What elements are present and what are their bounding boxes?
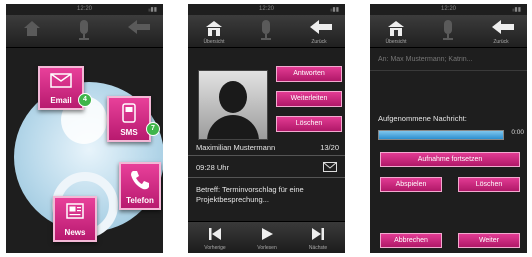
overview-button[interactable]: Übersicht xyxy=(192,15,236,47)
back-arrow-icon xyxy=(492,20,514,34)
back-button[interactable] xyxy=(115,15,159,47)
news-tile[interactable]: News xyxy=(53,196,97,242)
signal-icon: ᵢᵢ▮▮ xyxy=(148,7,158,13)
recording-time: 0:00 xyxy=(511,129,524,136)
skip-forward-icon xyxy=(312,228,324,240)
divider xyxy=(370,70,527,71)
sms-tile[interactable]: SMS xyxy=(107,96,151,142)
sender-name: Maximilian Mustermann xyxy=(196,143,276,152)
message-counter: 13/20 xyxy=(320,143,339,152)
previous-label: Vorherige xyxy=(204,245,226,251)
contact-avatar xyxy=(198,70,268,140)
top-bar: Übersicht Zurück xyxy=(370,15,527,48)
continue-recording-button[interactable]: Aufnahme fortsetzen xyxy=(380,152,520,167)
play-button[interactable]: Vorlesen xyxy=(242,222,292,253)
playback-bar: Vorherige Vorlesen Nächste xyxy=(188,221,345,253)
overview-button[interactable]: Übersicht xyxy=(374,15,418,47)
previous-button[interactable]: Vorherige xyxy=(190,222,240,253)
play-label: Vorlesen xyxy=(257,245,277,251)
microphone-button[interactable] xyxy=(244,15,288,47)
email-count-badge: 4 xyxy=(78,93,92,107)
envelope-icon xyxy=(323,162,337,172)
recording-progress-fill xyxy=(379,131,503,139)
recipient-line: An: Max Mustermann; Katrin... xyxy=(378,56,473,63)
recorded-message-label: Aufgenommene Nachricht: xyxy=(378,114,467,123)
back-button[interactable]: Zurück xyxy=(479,15,523,47)
delete-recording-button[interactable]: Löschen xyxy=(458,177,520,192)
status-bar: 12:20 ᵢᵢ▮▮ xyxy=(6,4,163,15)
back-arrow-icon xyxy=(128,20,150,34)
sms-tile-label: SMS xyxy=(120,128,138,137)
phone-recording-view: 12:20 ᵢᵢ▮▮ Übersicht Zurück An: Max Must… xyxy=(370,4,527,253)
next-label: Nächste xyxy=(308,245,328,251)
delete-button[interactable]: Löschen xyxy=(276,116,342,132)
recording-progress-bar xyxy=(378,130,504,140)
microphone-icon xyxy=(79,20,89,40)
microphone-icon xyxy=(443,20,453,40)
status-time: 12:20 xyxy=(258,6,274,12)
telephone-icon xyxy=(131,171,149,190)
phone-handset-icon xyxy=(122,103,136,123)
divider xyxy=(188,177,345,178)
home-icon xyxy=(24,21,40,36)
cancel-button[interactable]: Abbrechen xyxy=(380,233,442,248)
back-button[interactable]: Zurück xyxy=(297,15,341,47)
back-arrow-icon xyxy=(310,20,332,34)
reply-button[interactable]: Antworten xyxy=(276,66,342,82)
envelope-icon xyxy=(50,73,72,88)
phone-tile-label: Telefon xyxy=(126,196,154,205)
back-label: Zurück xyxy=(311,39,327,45)
status-bar: 12:20 ᵢᵢ▮▮ xyxy=(370,4,527,15)
status-time: 12:20 xyxy=(76,6,92,12)
signal-icon: ᵢᵢ▮▮ xyxy=(512,7,522,13)
message-subject: Betreff: Terminvorschlag für eine Projek… xyxy=(196,185,304,204)
play-icon xyxy=(262,228,273,240)
microphone-icon xyxy=(261,20,271,40)
top-bar xyxy=(6,15,163,48)
divider xyxy=(188,155,345,156)
microphone-button[interactable] xyxy=(426,15,470,47)
newspaper-icon xyxy=(66,203,84,219)
forward-button[interactable]: Weiterleiten xyxy=(276,91,342,107)
phone-message-view: 12:20 ᵢᵢ▮▮ Übersicht Zurück Antworten We… xyxy=(188,4,345,253)
skip-back-icon xyxy=(209,228,221,240)
news-tile-label: News xyxy=(64,228,86,237)
overview-icon xyxy=(206,21,222,36)
status-bar: 12:20 ᵢᵢ▮▮ xyxy=(188,4,345,15)
overview-icon xyxy=(388,21,404,36)
play-recording-button[interactable]: Abspielen xyxy=(380,177,442,192)
sms-count-badge: 7 xyxy=(146,122,160,136)
top-bar: Übersicht Zurück xyxy=(188,15,345,48)
overview-label: Übersicht xyxy=(203,39,225,45)
back-label: Zurück xyxy=(493,39,509,45)
email-tile[interactable]: Email xyxy=(38,66,84,110)
next-button[interactable]: Weiter xyxy=(458,233,520,248)
phone-tile[interactable]: Telefon xyxy=(119,162,161,210)
home-button[interactable] xyxy=(10,15,54,47)
email-tile-label: Email xyxy=(50,96,72,105)
signal-icon: ᵢᵢ▮▮ xyxy=(330,7,340,13)
phone-home-screen: 12:20 ᵢᵢ▮▮ Email 4 SMS 7 Telefon News xyxy=(6,4,163,253)
microphone-button[interactable] xyxy=(62,15,106,47)
status-time: 12:20 xyxy=(440,6,456,12)
message-time: 09:28 Uhr xyxy=(196,163,229,172)
next-button[interactable]: Nächste xyxy=(293,222,343,253)
overview-label: Übersicht xyxy=(385,39,407,45)
